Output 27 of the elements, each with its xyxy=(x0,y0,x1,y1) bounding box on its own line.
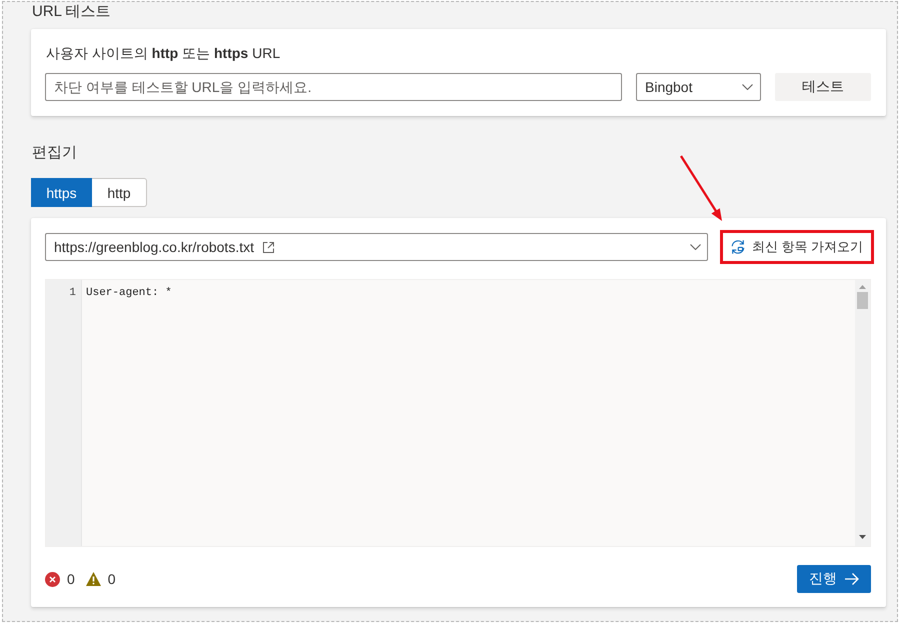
field-label: 사용자 사이트의 http 또는 https URL xyxy=(45,44,280,63)
warning-icon xyxy=(86,572,101,586)
error-count: 0 xyxy=(67,571,75,587)
protocol-tab[interactable]: http xyxy=(92,178,147,207)
robots-url-dropdown[interactable]: https://greenblog.co.kr/robots.txt xyxy=(45,233,708,261)
fetch-latest-button[interactable]: 최신 항목 가져오기 xyxy=(722,233,871,261)
proceed-button[interactable]: 진행 xyxy=(797,565,871,593)
scrollbar[interactable] xyxy=(855,280,870,546)
scroll-up-icon[interactable] xyxy=(859,285,866,289)
chevron-down-icon xyxy=(690,244,701,250)
external-link-icon xyxy=(263,242,274,252)
error-icon xyxy=(45,572,60,586)
line-number: 1 xyxy=(69,286,76,301)
warning-count: 0 xyxy=(108,571,116,587)
arrow-right-icon xyxy=(845,573,859,585)
protocol-tab[interactable]: https xyxy=(31,178,92,207)
chevron-down-icon xyxy=(742,84,753,90)
code-line: User-agent: * xyxy=(86,286,172,301)
scrollbar-thumb[interactable] xyxy=(857,292,868,309)
section-title: URL 테스트 xyxy=(31,2,111,22)
section-title: 편집기 xyxy=(31,143,77,163)
code-editor[interactable]: 1 User-agent: * xyxy=(45,279,871,547)
test-button[interactable]: 테스트 xyxy=(775,73,871,101)
url-input-field[interactable]: 차단 여부를 테스트할 URL을 입력하세요. xyxy=(45,73,622,101)
sync-icon xyxy=(730,239,746,255)
crawler-dropdown[interactable]: Bingbot xyxy=(636,73,761,101)
scroll-down-icon[interactable] xyxy=(859,535,866,539)
